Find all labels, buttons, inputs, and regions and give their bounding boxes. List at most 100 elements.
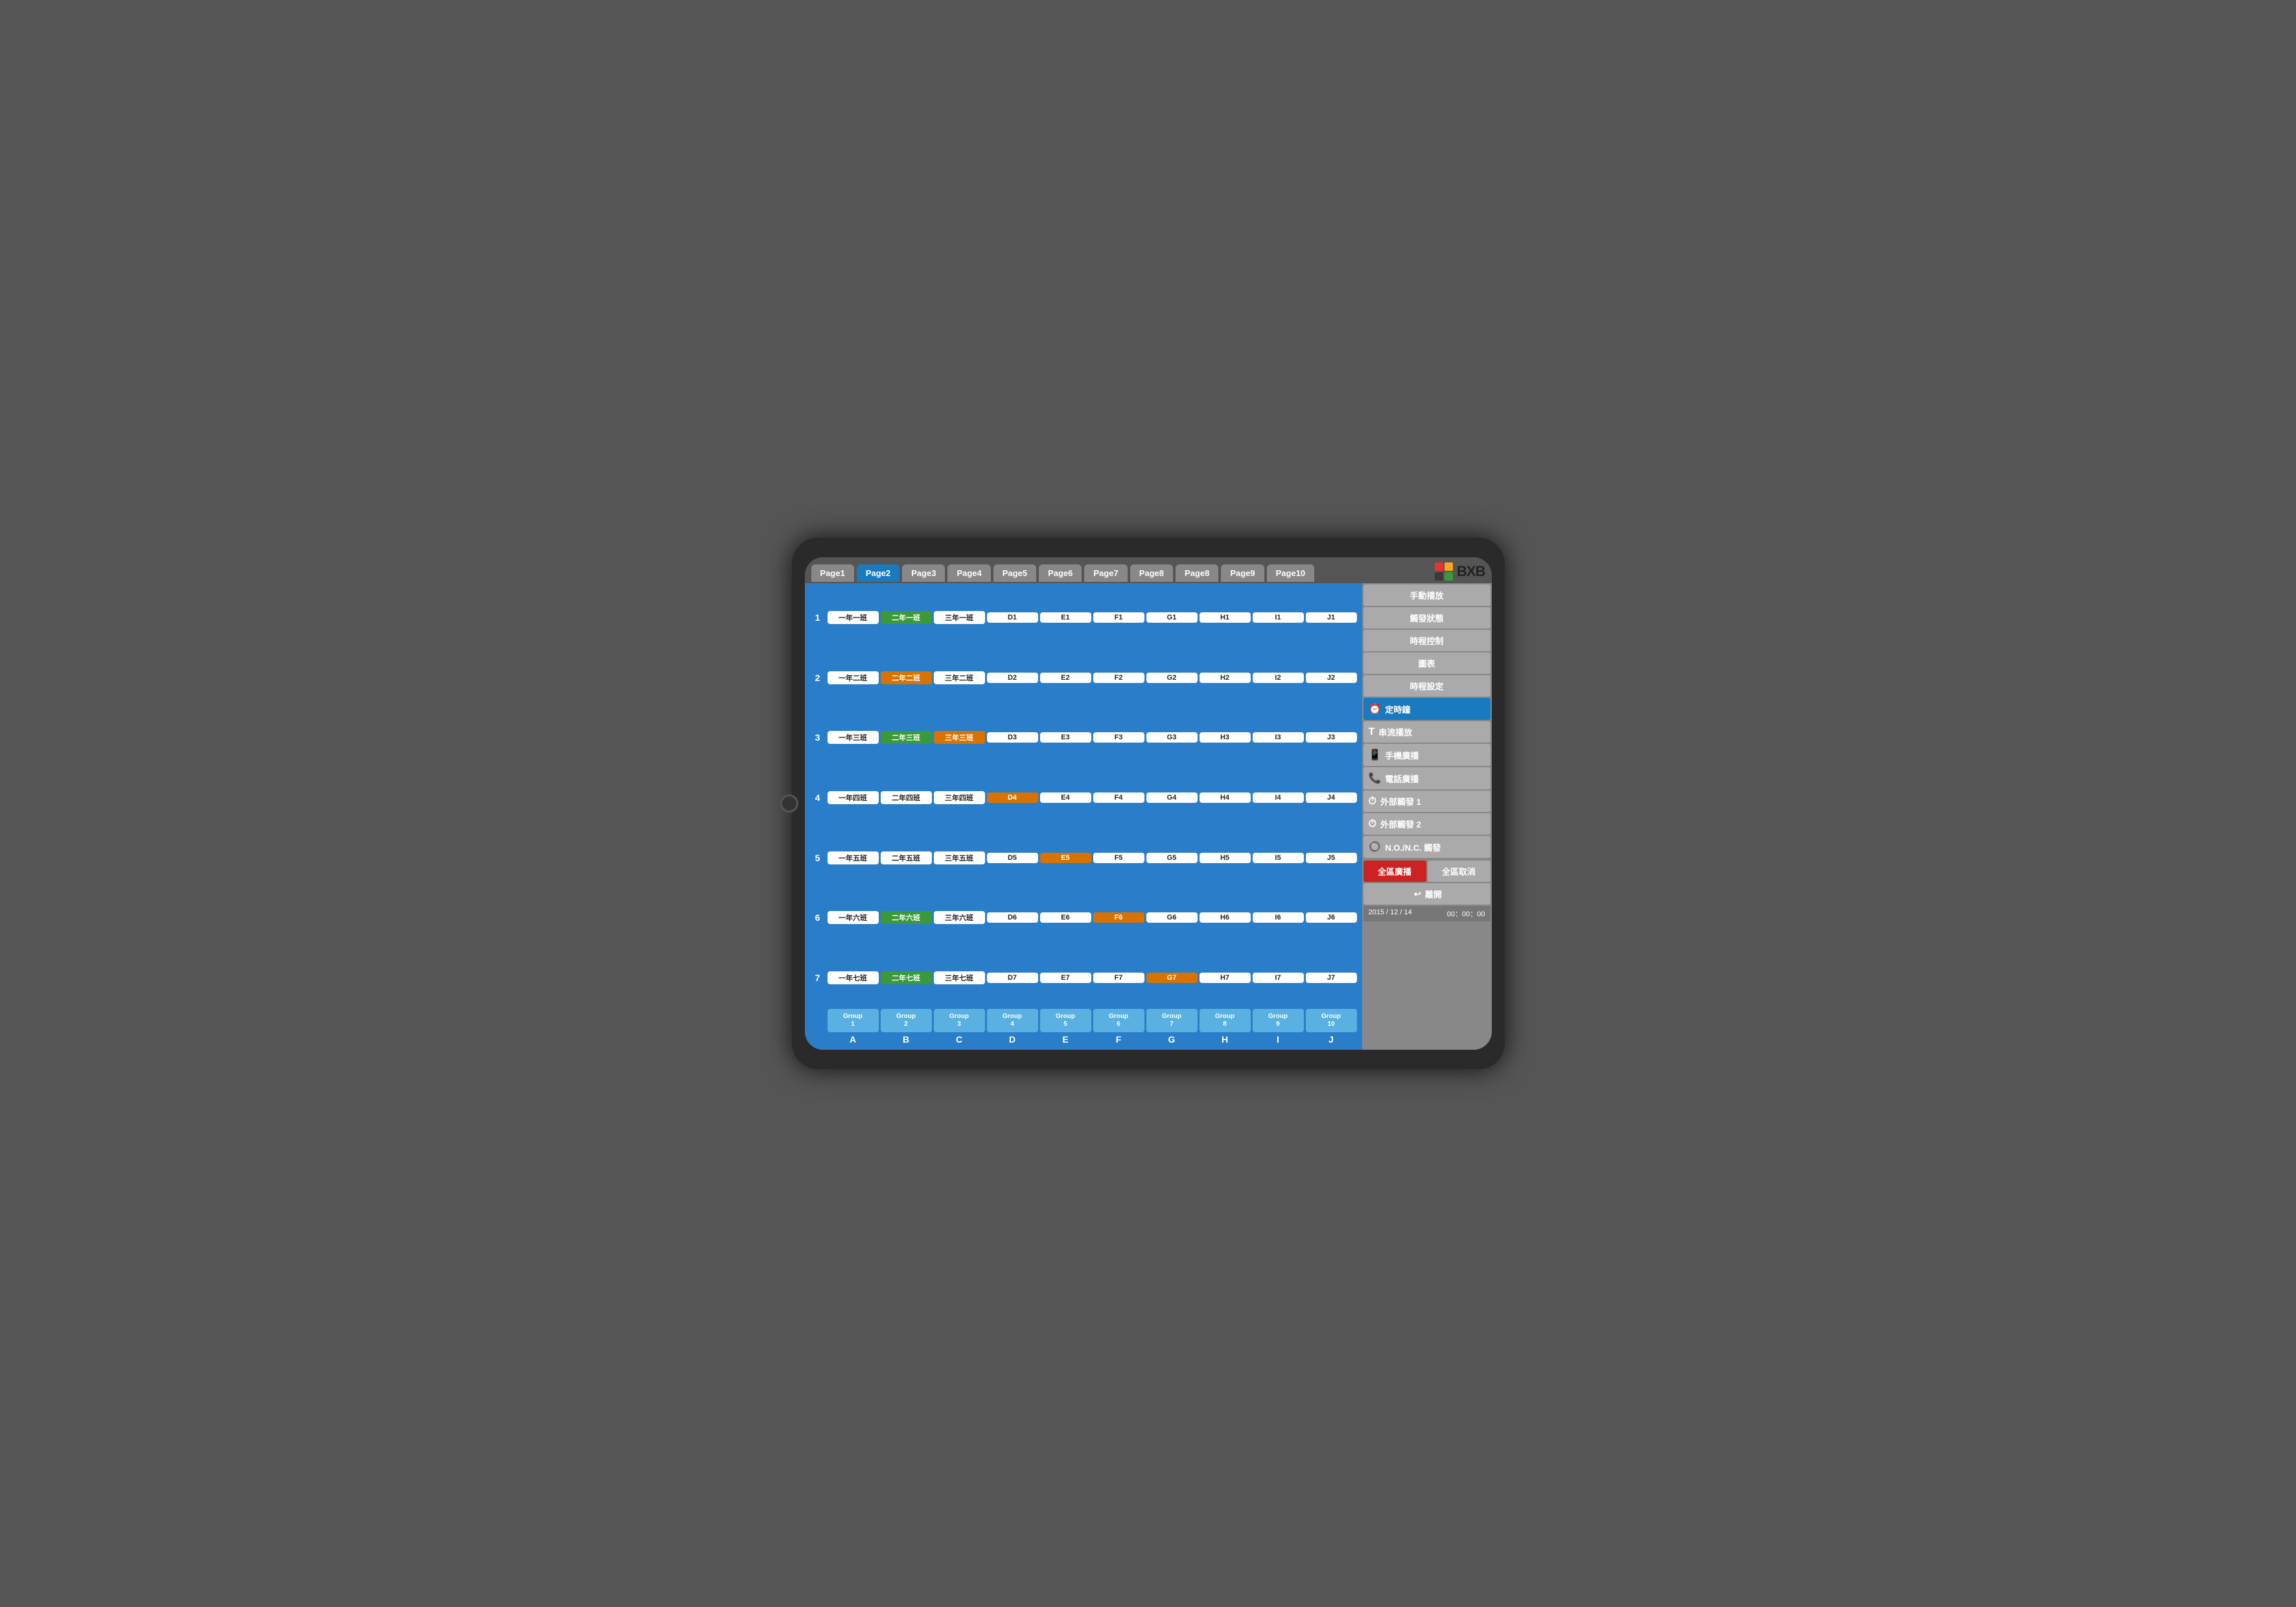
grid-cell[interactable]: 三年七班	[934, 971, 985, 984]
grid-cell[interactable]: 三年三班	[934, 731, 985, 744]
grid-cell[interactable]: G2	[1146, 673, 1198, 683]
grid-cell[interactable]: J2	[1306, 673, 1357, 683]
exit-button[interactable]: ↩ 離開	[1363, 883, 1490, 905]
grid-cell[interactable]: D3	[987, 732, 1038, 743]
grid-cell[interactable]: 三年六班	[934, 911, 985, 924]
grid-cell[interactable]: E2	[1040, 673, 1091, 683]
grid-cell[interactable]: 三年一班	[934, 611, 985, 624]
grid-cell[interactable]: 二年七班	[881, 971, 932, 984]
sidebar-btn-11[interactable]: 🔘N.O./N.C. 觸發	[1363, 836, 1490, 858]
grid-cell[interactable]: E6	[1040, 912, 1091, 923]
grid-cell[interactable]: H7	[1200, 973, 1251, 983]
grid-cell[interactable]: G4	[1146, 792, 1198, 803]
grid-cell[interactable]: H1	[1200, 612, 1251, 623]
tab-page8[interactable]: Page8	[1130, 564, 1173, 582]
sidebar-btn-4[interactable]: 時程設定	[1363, 675, 1490, 697]
tab-page4[interactable]: Page4	[947, 564, 990, 582]
sidebar-btn-6[interactable]: T串流播放	[1363, 721, 1490, 743]
grid-cell[interactable]: F3	[1093, 732, 1144, 743]
tab-page2[interactable]: Page2	[857, 564, 899, 582]
grid-cell[interactable]: H5	[1200, 853, 1251, 863]
grid-cell[interactable]: G1	[1146, 612, 1198, 623]
grid-cell[interactable]: D2	[987, 673, 1038, 683]
group-cell-8[interactable]: Group 8	[1200, 1009, 1251, 1032]
grid-cell[interactable]: I6	[1253, 912, 1304, 923]
grid-cell[interactable]: D1	[987, 612, 1038, 623]
tab-page10[interactable]: Page10	[1267, 564, 1315, 582]
grid-cell[interactable]: H4	[1200, 792, 1251, 803]
grid-cell[interactable]: I1	[1253, 612, 1304, 623]
grid-cell[interactable]: 三年四班	[934, 791, 985, 804]
sidebar-btn-3[interactable]: 圖表	[1363, 653, 1490, 674]
grid-cell[interactable]: F4	[1093, 792, 1144, 803]
grid-cell[interactable]: G6	[1146, 912, 1198, 923]
tab-page5[interactable]: Page5	[993, 564, 1036, 582]
grid-cell[interactable]: 二年五班	[881, 851, 932, 864]
sidebar-btn-8[interactable]: 📞電話廣播	[1363, 767, 1490, 789]
grid-cell[interactable]: G7	[1146, 973, 1198, 983]
tab-page1[interactable]: Page1	[811, 564, 854, 582]
grid-cell[interactable]: 一年一班	[828, 611, 879, 624]
group-cell-1[interactable]: Group 1	[828, 1009, 879, 1032]
grid-cell[interactable]: J6	[1306, 912, 1357, 923]
sidebar-btn-7[interactable]: 📱手機廣播	[1363, 744, 1490, 766]
tab-page9[interactable]: Page9	[1221, 564, 1264, 582]
grid-cell[interactable]: E4	[1040, 792, 1091, 803]
broadcast-all-button[interactable]: 全區廣播	[1363, 861, 1426, 882]
sidebar-btn-9[interactable]: ⏱外部觸發 1	[1363, 791, 1490, 812]
grid-cell[interactable]: 二年二班	[881, 671, 932, 684]
grid-cell[interactable]: D6	[987, 912, 1038, 923]
grid-cell[interactable]: H6	[1200, 912, 1251, 923]
grid-cell[interactable]: 一年四班	[828, 791, 879, 804]
grid-cell[interactable]: F1	[1093, 612, 1144, 623]
grid-cell[interactable]: 二年六班	[881, 911, 932, 924]
grid-cell[interactable]: 一年三班	[828, 731, 879, 744]
grid-cell[interactable]: E1	[1040, 612, 1091, 623]
grid-cell[interactable]: 一年五班	[828, 851, 879, 864]
grid-cell[interactable]: J5	[1306, 853, 1357, 863]
sidebar-btn-2[interactable]: 時程控制	[1363, 630, 1490, 651]
grid-cell[interactable]: 三年二班	[934, 671, 985, 684]
group-cell-6[interactable]: Group 6	[1093, 1009, 1144, 1032]
grid-cell[interactable]: D5	[987, 853, 1038, 863]
grid-cell[interactable]: J1	[1306, 612, 1357, 623]
group-cell-7[interactable]: Group 7	[1146, 1009, 1198, 1032]
grid-cell[interactable]: E5	[1040, 853, 1091, 863]
grid-cell[interactable]: G5	[1146, 853, 1198, 863]
group-cell-3[interactable]: Group 3	[934, 1009, 985, 1032]
tab-page8[interactable]: Page8	[1176, 564, 1218, 582]
group-cell-9[interactable]: Group 9	[1253, 1009, 1304, 1032]
sidebar-btn-1[interactable]: 觸發狀態	[1363, 607, 1490, 629]
grid-cell[interactable]: 一年七班	[828, 971, 879, 984]
tab-page3[interactable]: Page3	[902, 564, 945, 582]
grid-cell[interactable]: 二年四班	[881, 791, 932, 804]
group-cell-5[interactable]: Group 5	[1040, 1009, 1091, 1032]
grid-cell[interactable]: 二年三班	[881, 731, 932, 744]
grid-cell[interactable]: D4	[987, 792, 1038, 803]
tab-page7[interactable]: Page7	[1084, 564, 1127, 582]
grid-cell[interactable]: F7	[1093, 973, 1144, 983]
grid-cell[interactable]: J4	[1306, 792, 1357, 803]
group-cell-4[interactable]: Group 4	[987, 1009, 1038, 1032]
cancel-all-button[interactable]: 全區取消	[1428, 861, 1490, 882]
grid-cell[interactable]: 三年五班	[934, 851, 985, 864]
tab-page6[interactable]: Page6	[1039, 564, 1082, 582]
grid-cell[interactable]: 二年一班	[881, 611, 932, 624]
sidebar-btn-10[interactable]: ⏱外部觸發 2	[1363, 813, 1490, 835]
grid-cell[interactable]: G3	[1146, 732, 1198, 743]
grid-cell[interactable]: E3	[1040, 732, 1091, 743]
group-cell-10[interactable]: Group 10	[1306, 1009, 1357, 1032]
sidebar-btn-0[interactable]: 手動播放	[1363, 584, 1490, 606]
grid-cell[interactable]: I7	[1253, 973, 1304, 983]
sidebar-btn-5[interactable]: ⏰定時鐘	[1363, 698, 1490, 720]
grid-cell[interactable]: H2	[1200, 673, 1251, 683]
grid-cell[interactable]: I5	[1253, 853, 1304, 863]
grid-cell[interactable]: H3	[1200, 732, 1251, 743]
grid-cell[interactable]: J3	[1306, 732, 1357, 743]
group-cell-2[interactable]: Group 2	[881, 1009, 932, 1032]
grid-cell[interactable]: 一年六班	[828, 911, 879, 924]
grid-cell[interactable]: I3	[1253, 732, 1304, 743]
grid-cell[interactable]: J7	[1306, 973, 1357, 983]
grid-cell[interactable]: I4	[1253, 792, 1304, 803]
grid-cell[interactable]: I2	[1253, 673, 1304, 683]
